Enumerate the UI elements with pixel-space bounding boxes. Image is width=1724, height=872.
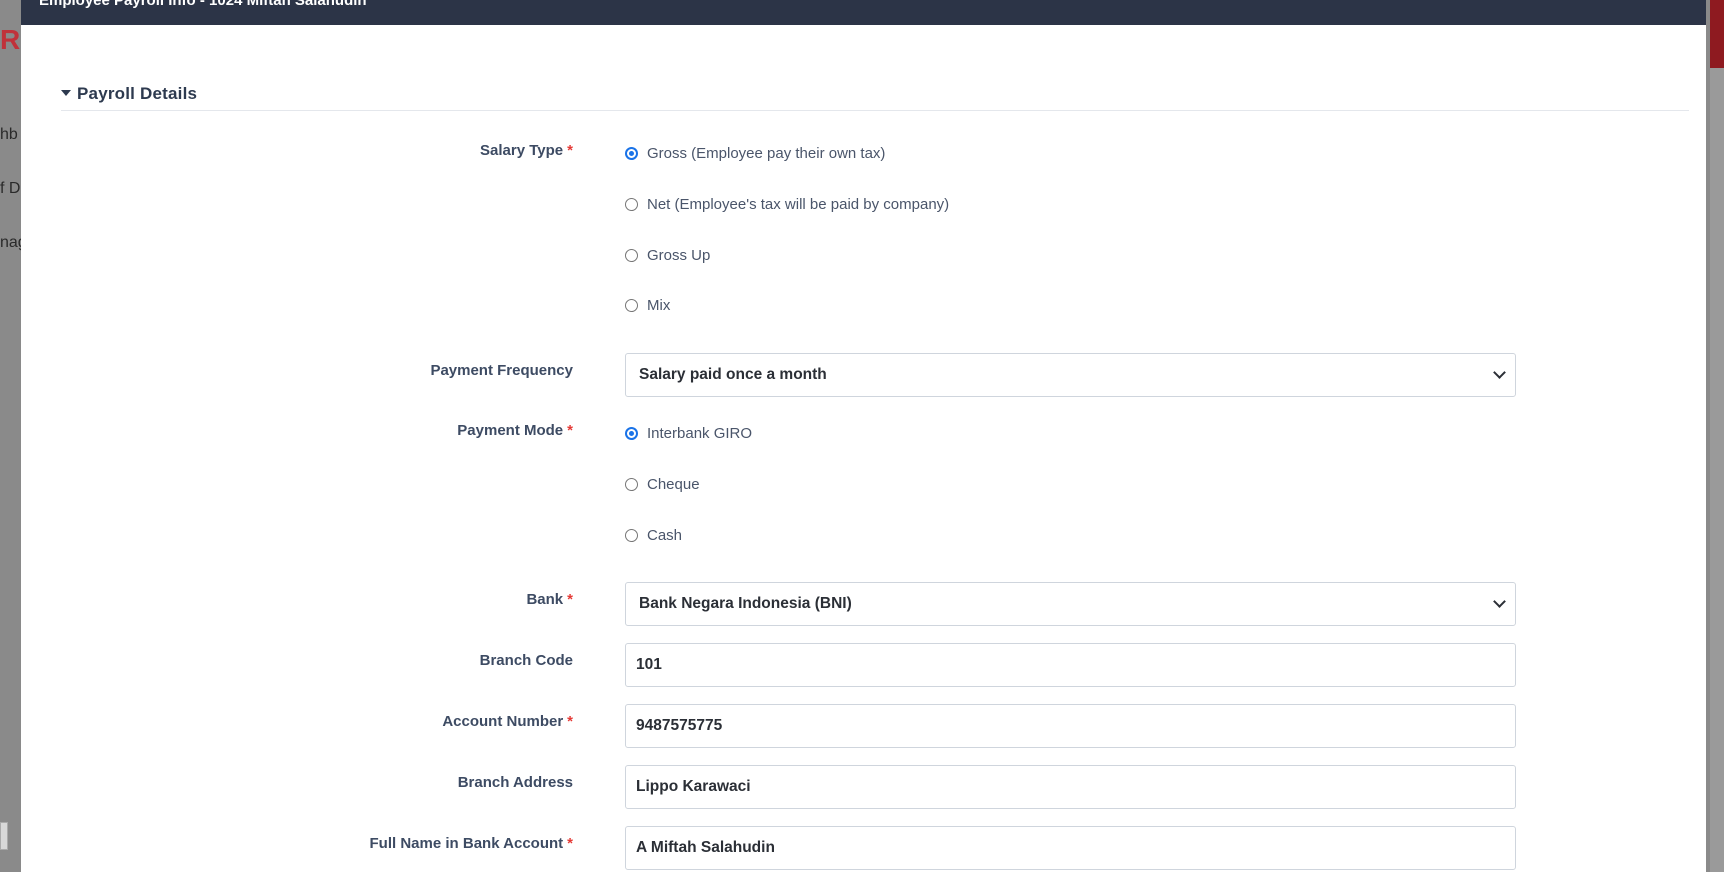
radio-label: Cheque: [647, 475, 700, 493]
salary-type-option-gross[interactable]: Gross (Employee pay their own tax): [625, 143, 885, 163]
radio-button[interactable]: [625, 197, 638, 211]
bank-label: Bank *: [526, 591, 573, 608]
account-number-label: Account Number *: [442, 713, 573, 730]
background-side-item: hb: [0, 126, 18, 143]
radio-label: Mix: [647, 296, 671, 314]
modal-title: Employee Payroll Info - 1024 Miftah Sala…: [39, 0, 367, 9]
radio-button[interactable]: [625, 528, 638, 542]
background-side-item: f D: [0, 180, 21, 197]
payroll-details-section-header[interactable]: Payroll Details: [61, 84, 1689, 111]
input-value: Lippo Karawaci: [636, 778, 751, 795]
radio-button-checked[interactable]: [625, 426, 638, 440]
radio-button[interactable]: [625, 298, 638, 312]
background-pager-button[interactable]: [0, 822, 8, 850]
branch-address-label: Branch Address: [457, 774, 573, 791]
select-value: Bank Negara Indonesia (BNI): [639, 595, 852, 612]
salary-type-option-net[interactable]: Net (Employee's tax will be paid by comp…: [625, 194, 949, 214]
input-value: 9487575775: [636, 717, 723, 734]
salary-type-option-mix[interactable]: Mix: [625, 295, 670, 315]
radio-label: Gross (Employee pay their own tax): [647, 144, 886, 162]
payment-frequency-select[interactable]: Salary paid once a month: [625, 353, 1516, 397]
radio-button[interactable]: [625, 477, 638, 491]
input-value: 101: [636, 656, 662, 673]
payment-mode-option-cheque[interactable]: Cheque: [625, 474, 700, 494]
branch-address-input[interactable]: Lippo Karawaci: [625, 765, 1516, 809]
full-name-label: Full Name in Bank Account *: [369, 835, 573, 852]
payment-mode-label: Payment Mode *: [457, 422, 573, 439]
radio-label: Cash: [647, 526, 683, 544]
modal-header: Employee Payroll Info - 1024 Miftah Sala…: [21, 0, 1706, 25]
required-marker: *: [567, 142, 573, 159]
caret-down-icon[interactable]: [61, 90, 71, 96]
bank-select[interactable]: Bank Negara Indonesia (BNI): [625, 582, 1516, 626]
required-marker: *: [567, 422, 573, 439]
chevron-down-icon: [1493, 595, 1506, 608]
full-name-input[interactable]: A Miftah Salahudin: [625, 826, 1516, 870]
radio-button[interactable]: [625, 248, 638, 262]
required-marker: *: [567, 835, 573, 852]
radio-label: Interbank GIRO: [647, 424, 753, 442]
radio-button-checked[interactable]: [625, 146, 638, 160]
payment-mode-option-cash[interactable]: Cash: [625, 525, 682, 545]
account-number-input[interactable]: 9487575775: [625, 704, 1516, 748]
branch-code-label: Branch Code: [479, 652, 573, 669]
required-marker: *: [567, 713, 573, 730]
payment-frequency-label: Payment Frequency: [430, 362, 573, 379]
radio-label: Net (Employee's tax will be paid by comp…: [647, 195, 950, 213]
select-value: Salary paid once a month: [639, 366, 827, 383]
salary-type-option-gross-up[interactable]: Gross Up: [625, 245, 710, 265]
background-scrollbar[interactable]: [1710, 68, 1724, 872]
chevron-down-icon: [1493, 366, 1506, 379]
salary-type-label: Salary Type *: [480, 142, 573, 159]
radio-label: Gross Up: [647, 246, 711, 264]
payment-mode-option-giro[interactable]: Interbank GIRO: [625, 423, 752, 443]
branch-code-input[interactable]: 101: [625, 643, 1516, 687]
background-header-bar: [1710, 0, 1724, 68]
required-marker: *: [567, 591, 573, 608]
input-value: A Miftah Salahudin: [636, 839, 775, 856]
section-title: Payroll Details: [77, 84, 198, 103]
